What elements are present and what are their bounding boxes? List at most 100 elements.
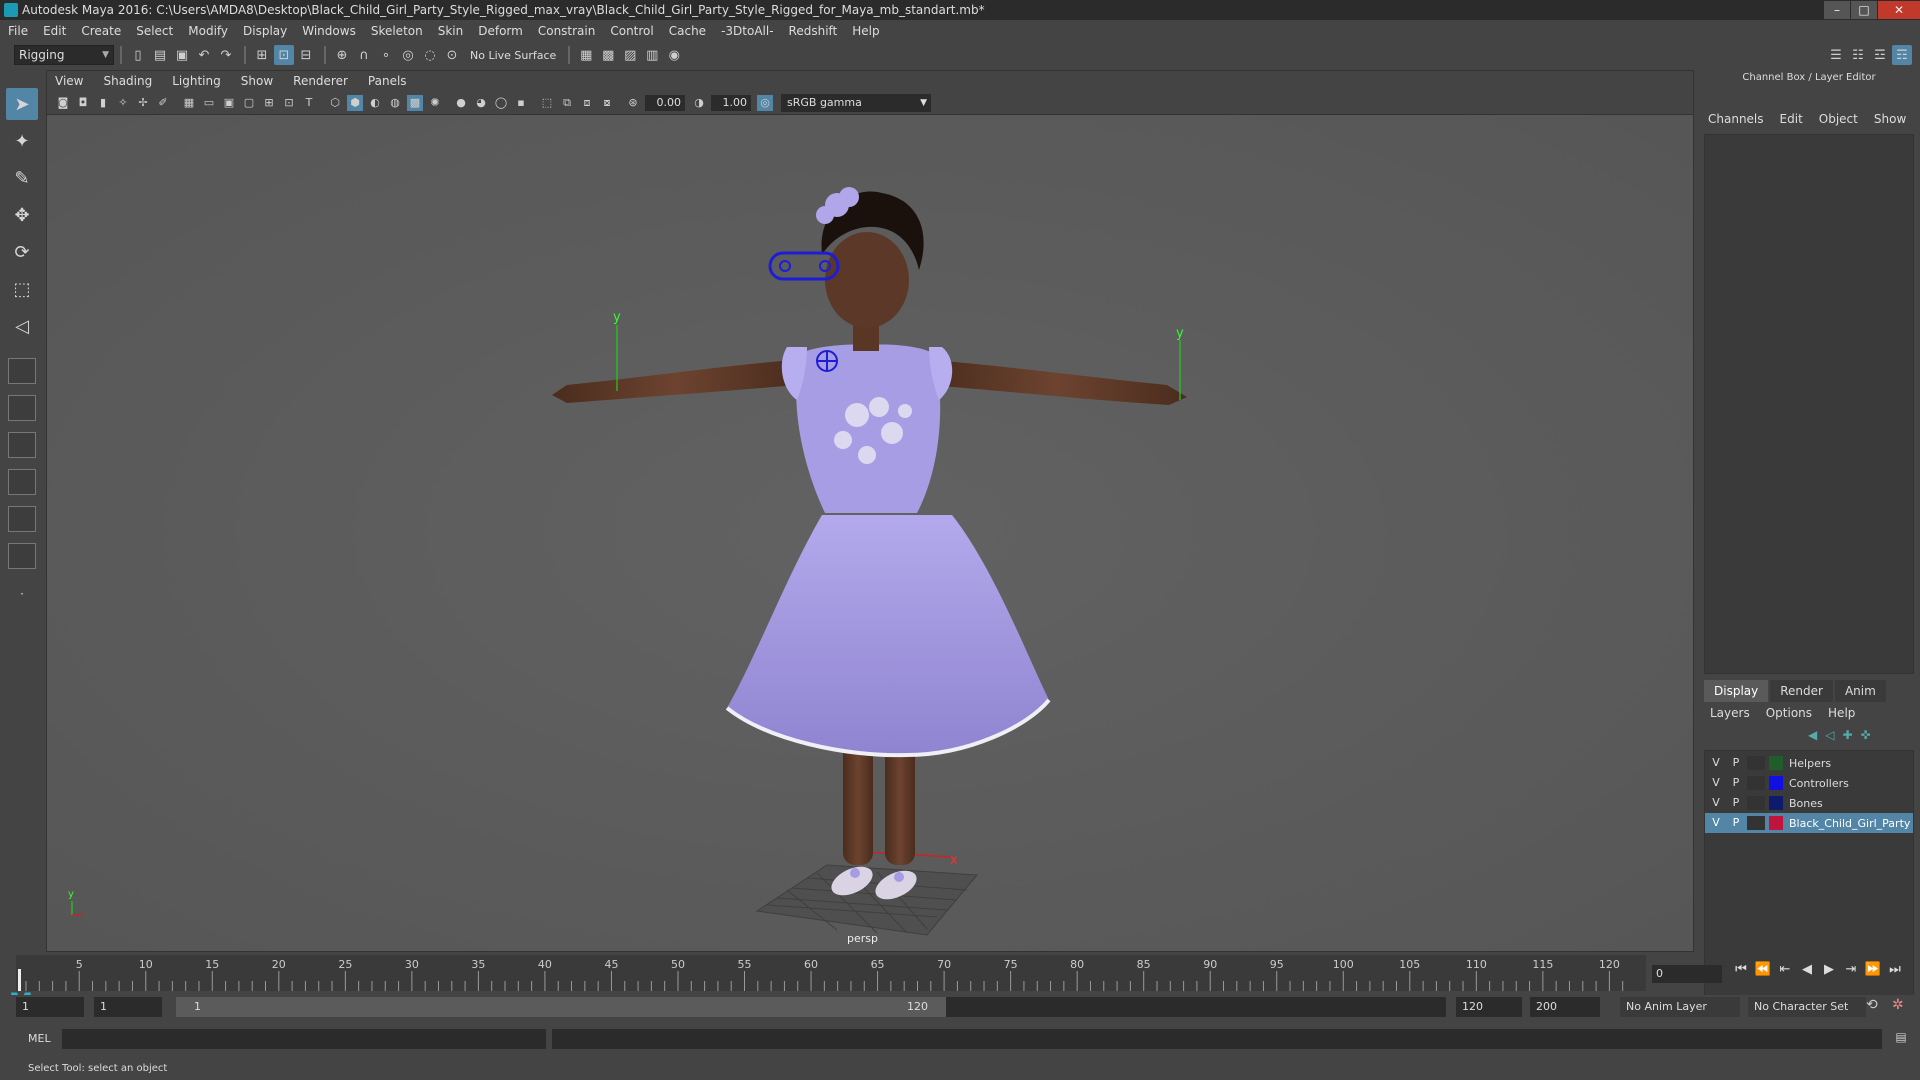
anim-layer-dropdown[interactable]: No Anim Layer [1620, 997, 1740, 1017]
layer-visibility-toggle[interactable]: V [1707, 795, 1725, 811]
layer-row-controllers[interactable]: V P Controllers [1705, 773, 1913, 793]
tab-anim[interactable]: Anim [1834, 680, 1886, 702]
grid-icon[interactable]: ▦ [181, 95, 197, 111]
menu-select[interactable]: Select [136, 24, 173, 38]
menu-cache[interactable]: Cache [669, 24, 706, 38]
menu-file[interactable]: File [8, 24, 28, 38]
le-menu-layers[interactable]: Layers [1710, 706, 1750, 720]
shadows-icon[interactable]: ● [453, 95, 469, 111]
panel-menu-renderer[interactable]: Renderer [293, 74, 348, 88]
current-time-marker[interactable] [18, 969, 21, 991]
more-layouts-icon[interactable]: · [6, 578, 38, 610]
layer-color-swatch[interactable] [1769, 816, 1783, 830]
move-layer-down-icon[interactable]: ◁ [1825, 728, 1834, 742]
snap-surface-icon[interactable]: ◌ [420, 45, 440, 65]
graph-layout-icon[interactable] [8, 506, 36, 532]
snap-point-icon[interactable]: ∘ [376, 45, 396, 65]
render-frame-icon[interactable]: ▩ [598, 45, 618, 65]
panel-menu-view[interactable]: View [55, 74, 83, 88]
animation-preferences-icon[interactable]: ✲ [1892, 997, 1904, 1013]
live-surface-label[interactable]: No Live Surface [464, 49, 562, 62]
layer-row-helpers[interactable]: V P Helpers [1705, 753, 1913, 773]
tool-settings-icon[interactable]: ☲ [1870, 45, 1890, 65]
snap-view-icon[interactable]: ◎ [398, 45, 418, 65]
smooth-shade-icon[interactable]: ⬢ [347, 94, 363, 111]
layer-row-black-child-girl-party[interactable]: V P Black_Child_Girl_Party [1705, 813, 1913, 833]
bookmark-icon[interactable]: ▮ [95, 95, 111, 111]
range-slider-handle[interactable]: 1 120 [176, 997, 946, 1017]
gate-mask-icon[interactable]: ▢ [241, 95, 257, 111]
camera-select-icon[interactable]: ◙ [55, 95, 71, 111]
backface-culling-icon[interactable]: ⧇ [599, 95, 615, 111]
view-transform-dropdown[interactable]: sRGB gamma ▼ [781, 93, 931, 112]
camera-attributes-icon[interactable]: ◘ [75, 95, 91, 111]
snap-live-icon[interactable]: ⊙ [442, 45, 462, 65]
rotate-tool-icon[interactable]: ⟳ [6, 236, 38, 268]
menu-help[interactable]: Help [852, 24, 879, 38]
scene-view[interactable]: x y y y [47, 115, 1693, 951]
exposure-field[interactable]: 0.00 [645, 94, 685, 111]
2d-pan-zoom-icon[interactable]: ✢ [135, 95, 151, 111]
layer-visibility-toggle[interactable]: V [1707, 815, 1725, 831]
ipr-render-icon[interactable]: ▨ [620, 45, 640, 65]
tab-display[interactable]: Display [1704, 680, 1769, 702]
head-controller[interactable] [816, 350, 838, 372]
step-back-key-icon[interactable]: ⇤ [1774, 962, 1796, 977]
film-gate-icon[interactable]: ▭ [201, 95, 217, 111]
layer-display-type-toggle[interactable] [1747, 756, 1765, 770]
layer-color-swatch[interactable] [1769, 776, 1783, 790]
menu-modify[interactable]: Modify [188, 24, 228, 38]
outliner-layout-icon[interactable] [8, 469, 36, 495]
wireframe-icon[interactable]: ⬡ [327, 95, 343, 111]
xray-joints-icon[interactable]: ⧉ [559, 95, 575, 111]
step-back-frame-icon[interactable]: ⏪ [1752, 962, 1774, 977]
undo-icon[interactable]: ↶ [194, 45, 214, 65]
single-pane-layout-icon[interactable] [8, 358, 36, 384]
le-menu-help[interactable]: Help [1828, 706, 1855, 720]
render-settings-icon[interactable]: ▦ [576, 45, 596, 65]
new-layer-icon[interactable]: ✚ [1842, 728, 1852, 742]
cb-menu-channels[interactable]: Channels [1708, 112, 1764, 126]
use-all-lights-icon[interactable]: ✺ [427, 95, 443, 111]
layer-display-type-toggle[interactable] [1747, 776, 1765, 790]
panel-menu-shading[interactable]: Shading [103, 74, 152, 88]
close-button[interactable]: ✕ [1878, 1, 1920, 19]
select-hierarchy-icon[interactable]: ⊞ [252, 45, 272, 65]
wireframe-on-shaded-icon[interactable]: ◐ [367, 95, 383, 111]
panel-menu-lighting[interactable]: Lighting [172, 74, 221, 88]
layer-visibility-toggle[interactable]: V [1707, 775, 1725, 791]
textured-icon[interactable]: ▩ [407, 94, 423, 111]
menu-control[interactable]: Control [610, 24, 653, 38]
le-menu-options[interactable]: Options [1766, 706, 1812, 720]
step-forward-key-icon[interactable]: ⇥ [1840, 962, 1862, 977]
playback-end-field[interactable]: 120 [1456, 997, 1522, 1017]
last-tool-icon[interactable]: ◁ [6, 310, 38, 342]
layer-playback-toggle[interactable]: P [1727, 755, 1745, 771]
current-frame-field[interactable]: 0 [1652, 965, 1722, 983]
layer-row-bones[interactable]: V P Bones [1705, 793, 1913, 813]
maximize-button[interactable]: □ [1851, 1, 1877, 19]
two-pane-layout-icon[interactable] [8, 432, 36, 458]
color-management-icon[interactable]: ◎ [757, 94, 773, 111]
xray-active-icon[interactable]: ⧈ [579, 95, 595, 111]
panel-menu-show[interactable]: Show [241, 74, 273, 88]
gamma-icon[interactable]: ◑ [691, 95, 707, 111]
go-to-start-icon[interactable]: ⏮ [1730, 962, 1752, 977]
cb-menu-object[interactable]: Object [1819, 112, 1858, 126]
layer-list[interactable]: V P Helpers V P Controllers V P Bones V … [1704, 750, 1914, 1018]
attribute-editor-icon[interactable]: ☷ [1848, 45, 1868, 65]
layer-visibility-toggle[interactable]: V [1707, 755, 1725, 771]
layer-color-swatch[interactable] [1769, 756, 1783, 770]
mel-language-toggle[interactable]: MEL [28, 1032, 51, 1045]
tab-render[interactable]: Render [1770, 680, 1833, 702]
playback-start-field[interactable]: 1 [94, 997, 162, 1017]
ambient-occlusion-icon[interactable]: ◕ [473, 95, 489, 111]
viewport-panel[interactable]: View Shading Lighting Show Renderer Pane… [46, 70, 1694, 952]
snap-curve-icon[interactable]: ∩ [354, 45, 374, 65]
menu-skeleton[interactable]: Skeleton [371, 24, 423, 38]
layer-playback-toggle[interactable]: P [1727, 795, 1745, 811]
gamma-field[interactable]: 1.00 [711, 94, 751, 111]
snap-grid-icon[interactable]: ⊕ [332, 45, 352, 65]
image-plane-icon[interactable]: ✧ [115, 95, 131, 111]
cb-menu-show[interactable]: Show [1874, 112, 1906, 126]
